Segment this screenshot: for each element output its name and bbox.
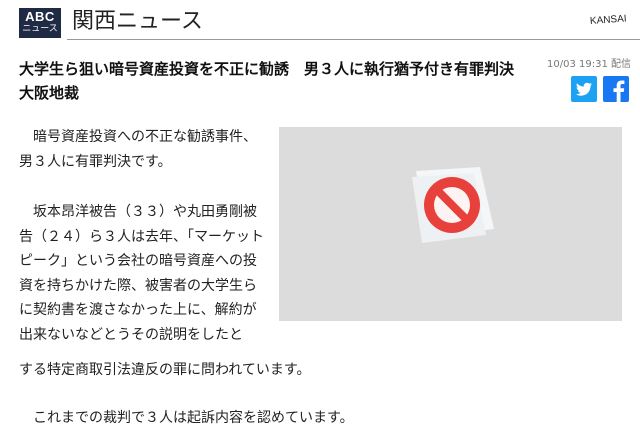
article-paragraph: 暗号資産投資への不正な勧誘事件、男３人に有罪判決です。 [19,129,257,170]
header-divider [67,39,640,40]
article-paragraph: これまでの裁判で３人は起訴内容を認めています。 [19,410,354,426]
logo-text-abc: ABC [25,9,55,24]
site-name[interactable]: 関西ニュース [72,8,203,36]
site-header: ABC ニュース 関西ニュース KANSAI [0,0,640,42]
region-label: KANSAI [589,13,627,27]
article-title: 大学生ら狙い暗号資産投資を不正に勧誘 男３人に執行猶予付き有罪判決 大阪地裁 [19,60,530,102]
article-image-placeholder [279,127,622,321]
facebook-share-button[interactable] [603,76,629,102]
abc-news-logo[interactable]: ABC ニュース [19,8,61,38]
article-body: 暗号資産投資への不正な勧誘事件、男３人に有罪判決です。 坂本昂洋被告（３３）や丸… [19,125,269,347]
logo-text-news: ニュース [22,24,58,34]
image-unavailable-icon [412,167,494,243]
twitter-icon [576,82,592,96]
article-paragraph-tail: する特定商取引法違反の罪に問われています。 [19,362,311,378]
article-paragraph: 坂本昂洋被告（３３）や丸田勇剛被告（２４）ら３人は去年、「マーケットピーク」とい… [19,204,264,343]
twitter-share-button[interactable] [571,76,597,102]
facebook-icon [613,80,625,102]
publish-timestamp: 10/03 19:31 配信 [547,59,631,70]
